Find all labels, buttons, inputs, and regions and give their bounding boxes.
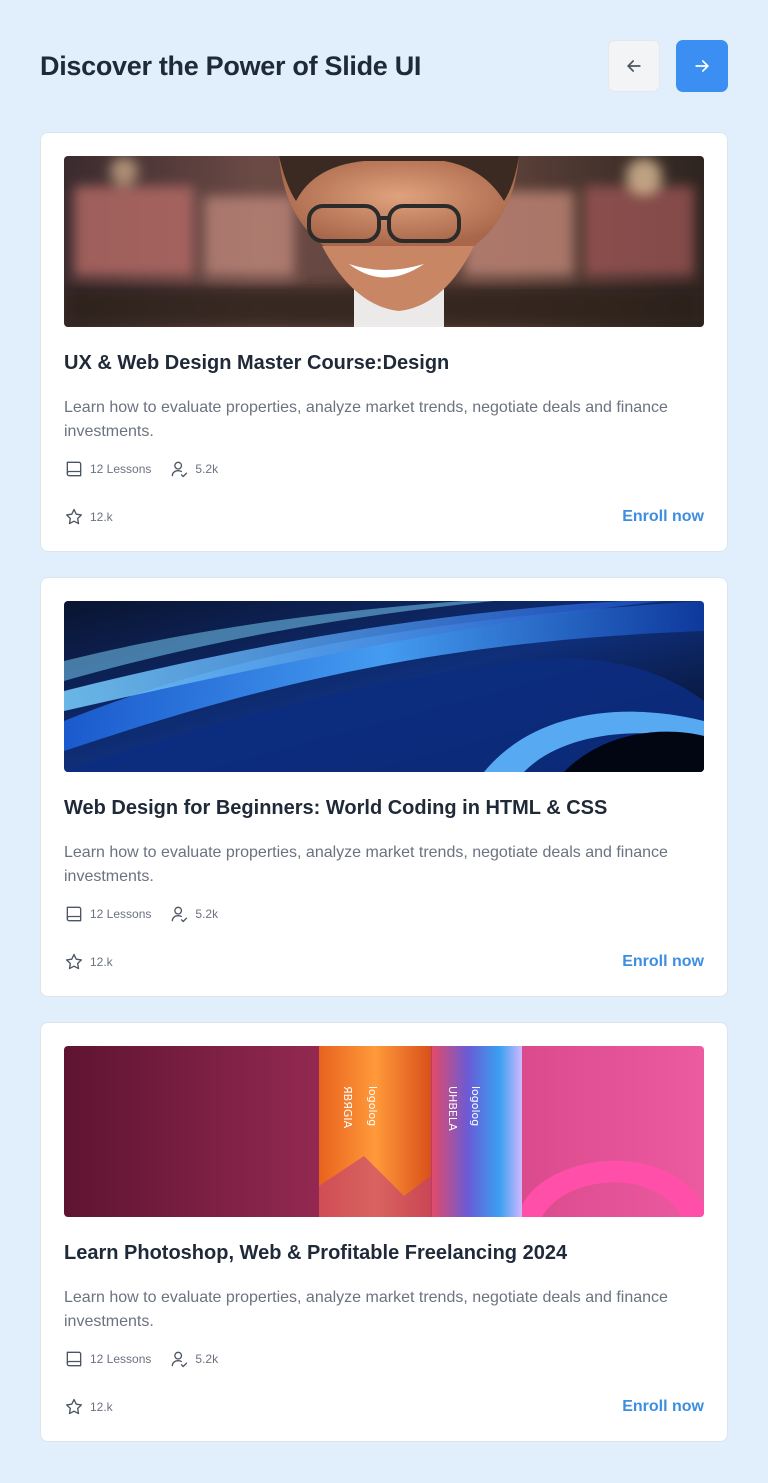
students-count: 5.2k: [195, 907, 219, 921]
lessons-info: 12 Lessons: [64, 459, 151, 479]
lessons-count: 12 Lessons: [90, 462, 152, 476]
course-title[interactable]: Learn Photoshop, Web & Profitable Freela…: [64, 1242, 704, 1265]
students-count: 5.2k: [195, 462, 219, 476]
course-rating: 12.k: [64, 952, 113, 972]
course-card: UX & Web Design Master Course:Design Lea…: [40, 132, 728, 552]
course-image-abstract-waves: [64, 601, 704, 772]
rating-value: 12.k: [90, 955, 113, 969]
rating-value: 12.k: [90, 1400, 113, 1414]
svg-text:logolog: logolog: [469, 1086, 482, 1126]
svg-text:UHBELA: UHBELA: [446, 1086, 459, 1131]
enroll-now-link[interactable]: Enroll now: [622, 1397, 704, 1417]
course-card: ЯBЯGIA logolog UHBELA logolog Learn Phot…: [40, 1022, 728, 1442]
students-info: 5.2k: [169, 904, 218, 924]
rating-value: 12.k: [90, 510, 113, 524]
star-icon: [66, 1398, 83, 1415]
enroll-now-link[interactable]: Enroll now: [622, 952, 704, 972]
course-description: Learn how to evaluate properties, analyz…: [64, 399, 668, 440]
book-icon: [66, 906, 82, 922]
previous-button[interactable]: [608, 40, 660, 92]
user-check-icon: [172, 461, 188, 478]
book-icon: [66, 461, 82, 477]
page-title: Discover the Power of Slide UI: [40, 50, 422, 81]
next-button[interactable]: [676, 40, 728, 92]
course-image-product-tubes: ЯBЯGIA logolog UHBELA logolog: [64, 1046, 704, 1217]
course-rating: 12.k: [64, 507, 113, 527]
arrow-left-icon: [627, 60, 641, 72]
carousel-nav: [608, 40, 728, 92]
students-info: 5.2k: [169, 459, 218, 479]
course-card: Web Design for Beginners: World Coding i…: [40, 577, 728, 997]
lessons-count: 12 Lessons: [90, 1352, 152, 1366]
course-rating: 12.k: [64, 1397, 113, 1417]
course-meta: 12 Lessons 5.2k: [64, 459, 218, 479]
svg-text:logolog: logolog: [366, 1086, 379, 1126]
course-image-portrait: [64, 156, 704, 327]
lessons-count: 12 Lessons: [90, 907, 152, 921]
arrow-right-icon: [695, 60, 709, 72]
course-title[interactable]: Web Design for Beginners: World Coding i…: [64, 797, 704, 820]
star-icon: [66, 508, 83, 525]
course-meta: 12 Lessons 5.2k: [64, 904, 218, 924]
user-check-icon: [172, 906, 188, 923]
course-description: Learn how to evaluate properties, analyz…: [64, 1289, 668, 1330]
students-count: 5.2k: [195, 1352, 219, 1366]
enroll-now-link[interactable]: Enroll now: [622, 507, 704, 527]
book-icon: [66, 1351, 82, 1367]
students-info: 5.2k: [169, 1349, 218, 1369]
lessons-info: 12 Lessons: [64, 904, 151, 924]
user-check-icon: [172, 1351, 188, 1368]
lessons-info: 12 Lessons: [64, 1349, 151, 1369]
course-description: Learn how to evaluate properties, analyz…: [64, 844, 668, 885]
star-icon: [66, 953, 83, 970]
carousel-header: Discover the Power of Slide UI: [40, 40, 728, 92]
svg-text:ЯBЯGIA: ЯBЯGIA: [341, 1086, 354, 1129]
course-meta: 12 Lessons 5.2k: [64, 1349, 218, 1369]
course-title[interactable]: UX & Web Design Master Course:Design: [64, 352, 704, 375]
